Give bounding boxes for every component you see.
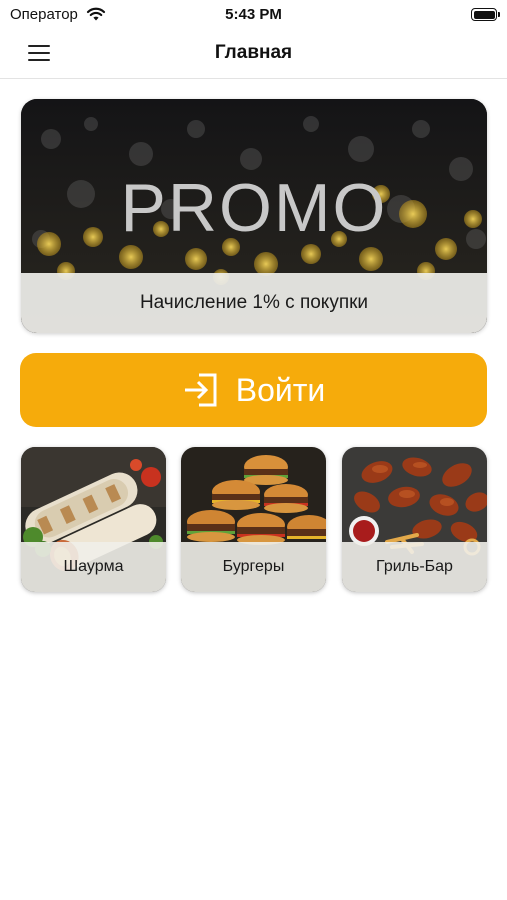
page-title: Главная bbox=[214, 42, 293, 63]
category-label-grill-bar: Гриль-Бар bbox=[342, 542, 487, 592]
login-enter-icon bbox=[184, 373, 217, 407]
status-bar: Оператор 5:43 PM bbox=[0, 0, 507, 30]
promo-banner[interactable]: PROMO Начисление 1% с покупки bbox=[21, 99, 487, 333]
login-button[interactable]: Войти bbox=[20, 353, 487, 427]
category-grill-bar[interactable]: Гриль-Бар bbox=[342, 447, 487, 592]
category-burgers[interactable]: Бургеры bbox=[181, 447, 326, 592]
category-label-burgers: Бургеры bbox=[181, 542, 326, 592]
category-shawarma[interactable]: Шаурма bbox=[21, 447, 166, 592]
status-time: 5:43 PM bbox=[225, 6, 282, 23]
promo-image-text: PROMO bbox=[120, 170, 388, 246]
promo-caption: Начисление 1% с покупки bbox=[21, 273, 487, 333]
battery-icon bbox=[471, 8, 500, 21]
category-label-shawarma: Шаурма bbox=[21, 542, 166, 592]
navigation-bar: Главная bbox=[0, 30, 507, 79]
login-button-label: Войти bbox=[235, 371, 326, 408]
